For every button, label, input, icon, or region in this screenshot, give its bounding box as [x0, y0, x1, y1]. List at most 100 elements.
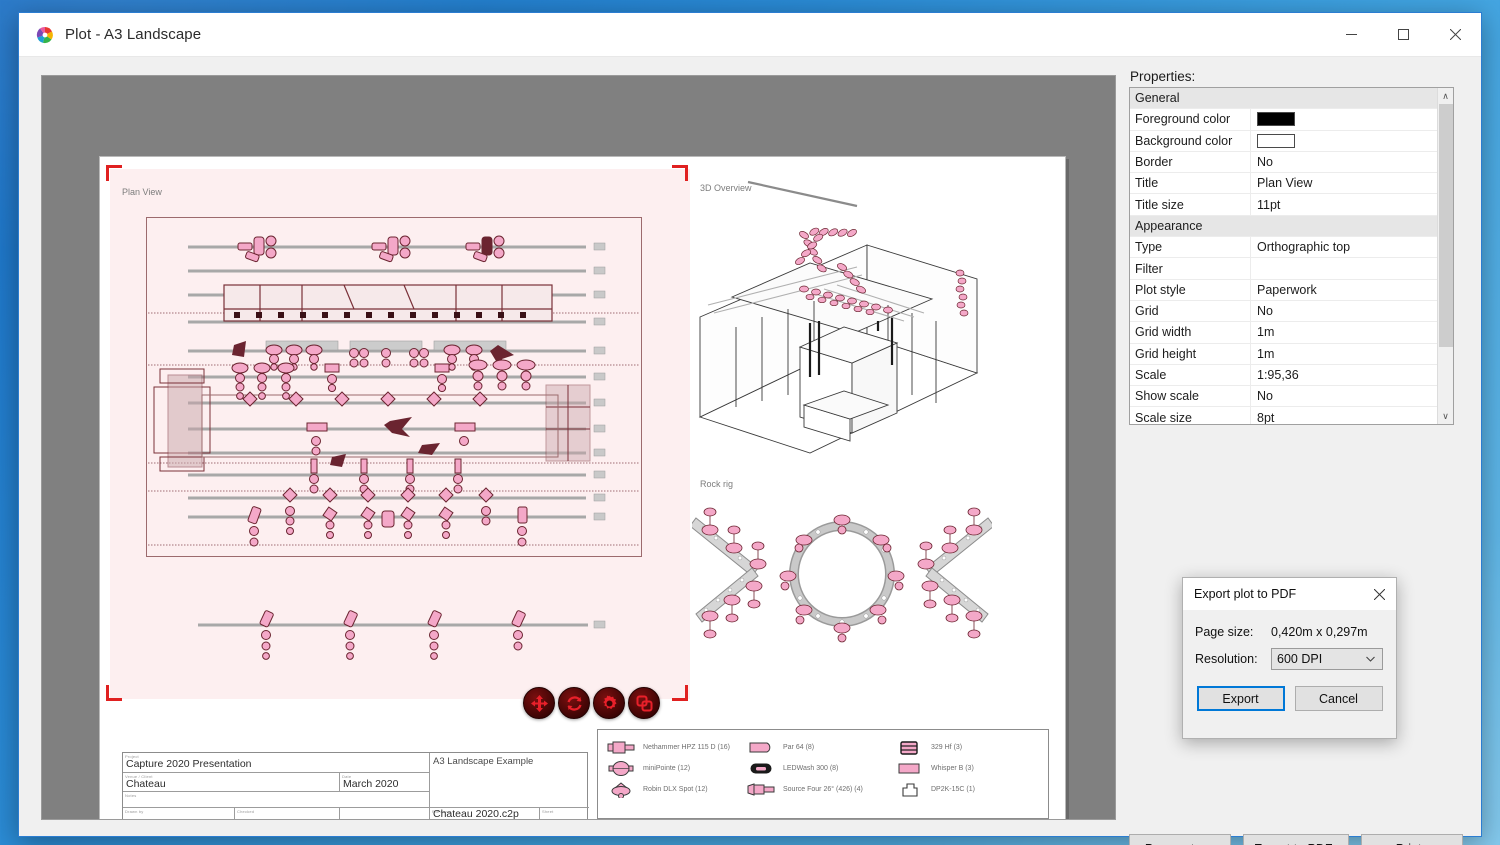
plot-gizmo-toolbar — [523, 687, 663, 719]
crop-mark-icon — [672, 165, 688, 181]
property-name: General — [1130, 88, 1437, 108]
property-name: Scale — [1130, 365, 1251, 385]
property-value[interactable]: 1m — [1251, 322, 1437, 342]
scroll-up-icon[interactable]: ∧ — [1438, 88, 1454, 104]
move-gizmo-button[interactable] — [523, 687, 555, 719]
tb-file-value: Chateau 2020.c2p — [433, 808, 519, 820]
maximize-button[interactable] — [1377, 13, 1429, 56]
plot-window: Plot - A3 Landscape — [18, 12, 1482, 837]
scrollbar-thumb[interactable] — [1439, 104, 1453, 347]
tb-drawing-value: A3 Landscape Example — [433, 756, 533, 767]
dialog-close-icon[interactable] — [1362, 578, 1396, 610]
view-label-rock: Rock rig — [700, 479, 733, 489]
page-size-label: Page size: — [1195, 625, 1271, 639]
property-value[interactable]: Plan View — [1251, 173, 1437, 193]
tb-checked-label: Checked — [237, 809, 254, 814]
dialog-buttons: Export Cancel — [1195, 686, 1384, 711]
color-swatch[interactable] — [1257, 134, 1295, 148]
property-row[interactable]: TitlePlan View — [1130, 173, 1437, 194]
legend-label: Robin DLX Spot (12) — [643, 786, 708, 793]
property-value[interactable]: Orthographic top — [1251, 237, 1437, 257]
property-value[interactable] — [1251, 258, 1437, 278]
legend-label: 329 Hf (3) — [931, 744, 962, 751]
frame-gizmo-button[interactable] — [628, 687, 660, 719]
resolution-row: Resolution: 600 DPI — [1195, 645, 1384, 672]
plan-view-lower-pipe — [188, 609, 608, 679]
legend-item: Par 64 (8) — [746, 737, 863, 758]
property-row[interactable]: Show scaleNo — [1130, 386, 1437, 407]
page-setup-button[interactable]: Page setup.. — [1129, 834, 1231, 845]
property-group-header[interactable]: Appearance — [1130, 216, 1437, 237]
property-row[interactable]: TypeOrthographic top — [1130, 237, 1437, 258]
property-row[interactable]: Background color — [1130, 131, 1437, 152]
resolution-select[interactable]: 600 DPI — [1271, 648, 1383, 670]
settings-gizmo-button[interactable] — [593, 687, 625, 719]
property-name: Filter — [1130, 258, 1251, 278]
properties-scrollbar[interactable]: ∧ ∨ — [1437, 88, 1453, 424]
property-value[interactable]: 1:95,36 — [1251, 365, 1437, 385]
property-value[interactable]: No — [1251, 301, 1437, 321]
scroll-down-icon[interactable]: ∨ — [1438, 408, 1454, 424]
property-row[interactable]: Grid height1m — [1130, 344, 1437, 365]
property-row[interactable]: Foreground color — [1130, 109, 1437, 130]
export-to-pdf-button[interactable]: Export to PDF.. — [1243, 834, 1349, 845]
property-value[interactable]: Paperwork — [1251, 280, 1437, 300]
property-row[interactable]: Filter — [1130, 258, 1437, 279]
property-name: Type — [1130, 237, 1251, 257]
legend-item: LEDWash 300 (8) — [746, 758, 863, 779]
close-button[interactable] — [1429, 13, 1481, 56]
minimize-button[interactable] — [1325, 13, 1377, 56]
plot-preview-pane[interactable]: Plan View 3D Overview Rock rig — [41, 75, 1116, 820]
print-button[interactable]: Print.. — [1361, 834, 1463, 845]
page-size-value: 0,420m x 0,297m — [1271, 625, 1368, 639]
scrollbar-track[interactable] — [1438, 104, 1454, 408]
property-value[interactable]: No — [1251, 386, 1437, 406]
property-name: Foreground color — [1130, 109, 1251, 129]
property-row[interactable]: Plot stylePaperwork — [1130, 280, 1437, 301]
properties-rows: GeneralForeground colorBackground colorB… — [1130, 88, 1437, 424]
legend-column: Par 64 (8) LEDWash 300 (8) — [746, 737, 863, 800]
rotate-gizmo-button[interactable] — [558, 687, 590, 719]
window-titlebar: Plot - A3 Landscape — [19, 13, 1481, 57]
legend-label: Nethammer HPZ 115 D (16) — [643, 744, 730, 751]
dialog-export-button[interactable]: Export — [1197, 686, 1285, 711]
resolution-value: 600 DPI — [1277, 652, 1322, 666]
property-name: Grid width — [1130, 322, 1251, 342]
property-row[interactable]: Grid width1m — [1130, 322, 1437, 343]
property-value[interactable]: 11pt — [1251, 194, 1437, 214]
property-row[interactable]: Scale1:95,36 — [1130, 365, 1437, 386]
fixture-legend: Nethammer HPZ 115 D (16) miniPointe (12) — [597, 729, 1049, 819]
property-value[interactable]: 1m — [1251, 344, 1437, 364]
dialog-cancel-button[interactable]: Cancel — [1295, 686, 1383, 711]
tb-drawnby-label: Drawn by — [125, 809, 144, 814]
property-row[interactable]: Scale size8pt — [1130, 407, 1437, 425]
property-row[interactable]: BorderNo — [1130, 152, 1437, 173]
legend-label: Par 64 (8) — [783, 744, 814, 751]
dialog-body: Page size: 0,420m x 0,297m Resolution: 6… — [1183, 610, 1396, 711]
property-name: Plot style — [1130, 280, 1251, 300]
property-row[interactable]: Title size11pt — [1130, 194, 1437, 215]
property-name: Grid height — [1130, 344, 1251, 364]
tb-date-value: March 2020 — [343, 778, 398, 790]
property-value[interactable]: No — [1251, 152, 1437, 172]
legend-column: Nethammer HPZ 115 D (16) miniPointe (12) — [606, 737, 730, 800]
dialog-titlebar: Export plot to PDF — [1183, 578, 1396, 610]
tb-sheet-label: Sheet — [542, 809, 553, 814]
properties-grid[interactable]: GeneralForeground colorBackground colorB… — [1129, 87, 1454, 425]
property-row[interactable]: GridNo — [1130, 301, 1437, 322]
property-group-header[interactable]: General — [1130, 88, 1437, 109]
page-size-row: Page size: 0,420m x 0,297m — [1195, 618, 1384, 645]
color-swatch[interactable] — [1257, 112, 1295, 126]
rock-rig-drawing — [692, 502, 992, 652]
plan-view-drawing — [146, 217, 642, 557]
property-value[interactable] — [1251, 131, 1437, 151]
fixture-wash-icon — [746, 761, 776, 777]
legend-label: miniPointe (12) — [643, 765, 690, 772]
property-name: Title size — [1130, 194, 1251, 214]
legend-item: DP2K-15C (1) — [894, 779, 975, 800]
fixture-spot-icon — [606, 782, 636, 798]
property-value[interactable]: 8pt — [1251, 407, 1437, 425]
property-value[interactable] — [1251, 109, 1437, 129]
resolution-label: Resolution: — [1195, 652, 1271, 666]
tb-venue-value: Chateau — [126, 778, 166, 790]
